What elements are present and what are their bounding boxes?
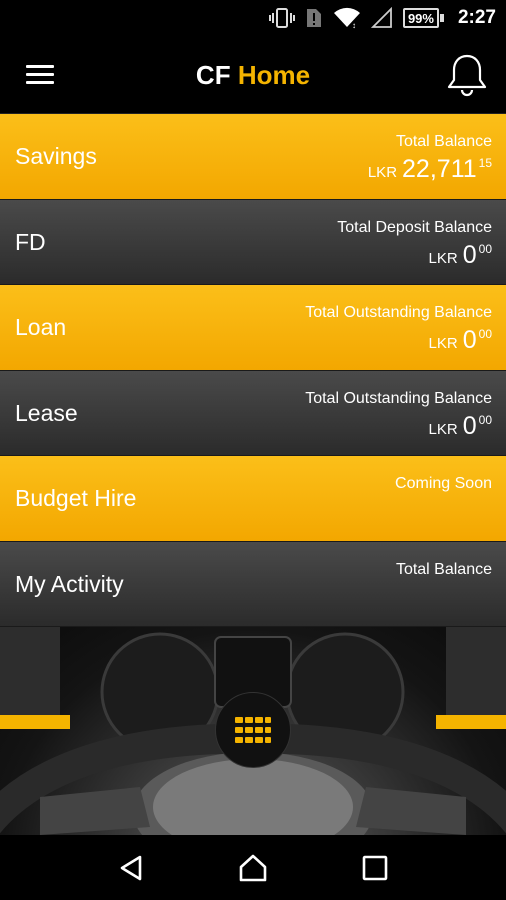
row-caption: Total Deposit Balance	[337, 218, 492, 236]
row-amount: LKR 22,711 15	[368, 154, 492, 184]
row-label: FD	[15, 228, 46, 255]
amount: 0	[462, 411, 477, 440]
amount-decimals: 00	[478, 327, 492, 341]
system-nav-bar	[0, 835, 506, 900]
row-label: Savings	[15, 143, 97, 169]
row-label: Loan	[15, 314, 67, 340]
currency: LKR	[428, 249, 458, 267]
loan-row[interactable]: Loan Total Outstanding Balance LKR 0 00	[0, 285, 506, 371]
row-amount: LKR 0 00	[337, 240, 492, 270]
currency: LKR	[428, 335, 458, 352]
amount: 0	[462, 326, 477, 354]
row-caption: Coming Soon	[395, 475, 492, 492]
my-activity-row[interactable]: My Activity Total Balance	[0, 541, 506, 627]
accent-bar-left	[0, 715, 70, 729]
amount: 0	[462, 240, 477, 269]
back-icon[interactable]	[106, 843, 156, 893]
savings-row[interactable]: Savings Total Balance LKR 22,711 15	[0, 114, 506, 200]
amount-decimals: 00	[478, 241, 492, 256]
row-label: Lease	[15, 399, 78, 426]
bell-icon[interactable]	[442, 50, 492, 100]
row-caption: Total Balance	[395, 133, 492, 150]
amount-decimals: 00	[478, 412, 492, 427]
currency: LKR	[428, 420, 458, 438]
account-list: Savings Total Balance LKR 22,711 15 FD T…	[0, 114, 506, 627]
home-icon[interactable]	[228, 843, 278, 893]
battery-icon: 99%	[402, 8, 444, 28]
title-cf: CF	[195, 60, 231, 90]
vibrate-icon	[268, 7, 295, 29]
row-caption: Total Balance	[395, 560, 492, 578]
sim-alert-icon	[305, 7, 323, 29]
signal-icon	[370, 7, 393, 29]
recents-icon[interactable]	[350, 843, 400, 893]
battery-level: 99%	[402, 8, 439, 28]
app-header: CF Home	[0, 36, 506, 114]
row-caption: Total Outstanding Balance	[305, 304, 492, 321]
title-home: Home	[237, 60, 311, 90]
row-caption: Total Outstanding Balance	[305, 389, 492, 407]
row-label: My Activity	[15, 570, 124, 597]
clock: 2:27	[457, 7, 496, 28]
currency: LKR	[367, 164, 398, 181]
status-bar: ↕ 99% 2:27	[0, 0, 506, 36]
lease-row[interactable]: Lease Total Outstanding Balance LKR 0 00	[0, 370, 506, 456]
budget-hire-row[interactable]: Budget Hire Coming Soon	[0, 456, 506, 542]
grid-menu-icon[interactable]	[215, 692, 291, 768]
wifi-icon: ↕	[333, 7, 361, 29]
accent-bar-right	[436, 715, 506, 729]
svg-text:↕: ↕	[352, 21, 356, 29]
row-label: Budget Hire	[15, 485, 137, 511]
row-amount: LKR 0 00	[305, 325, 492, 355]
amount-decimals: 15	[478, 156, 492, 170]
row-amount: LKR 0 00	[305, 411, 492, 441]
page-title: CF Home	[0, 60, 506, 91]
amount: 22,711	[402, 155, 477, 183]
fd-row[interactable]: FD Total Deposit Balance LKR 0 00	[0, 199, 506, 285]
